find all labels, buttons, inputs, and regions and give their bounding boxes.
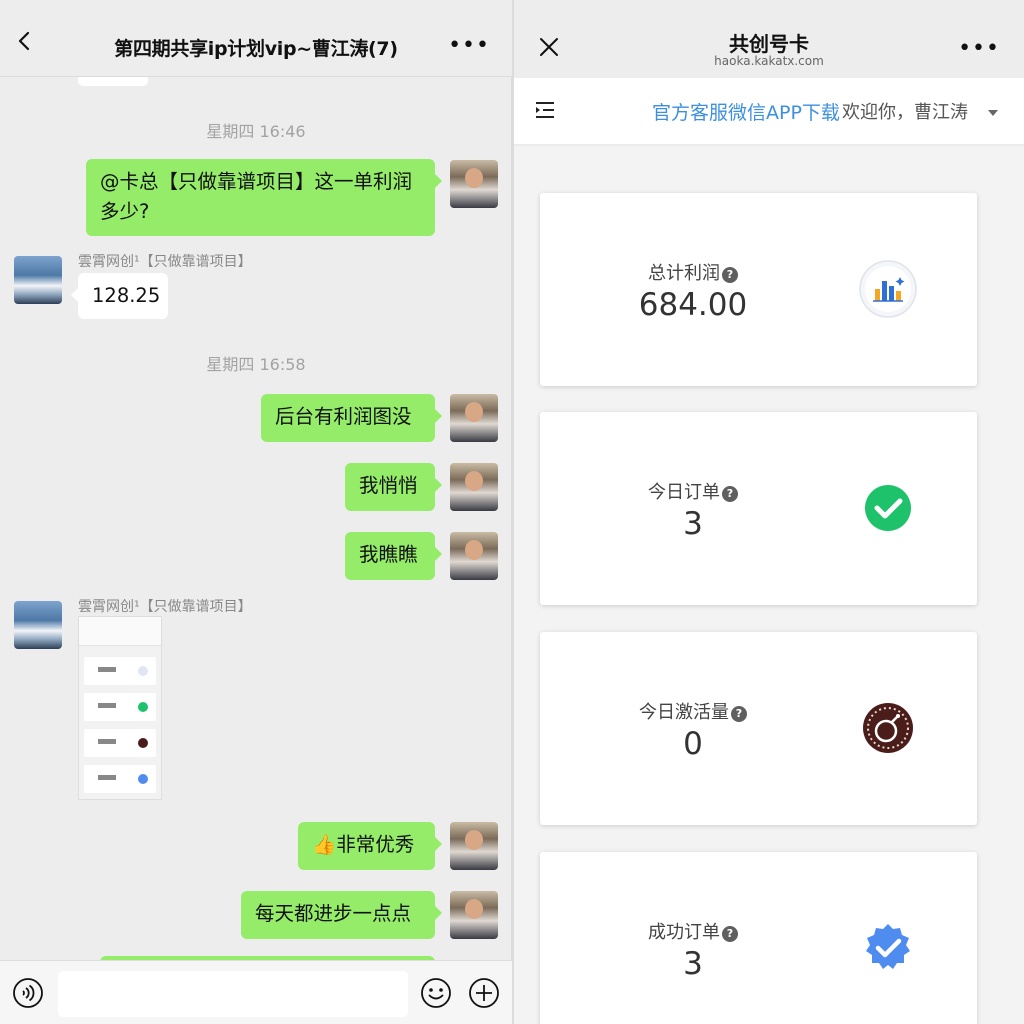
my-avatar[interactable] bbox=[450, 822, 498, 870]
my-avatar[interactable] bbox=[450, 891, 498, 939]
timestamp: 星期四 16:46 bbox=[206, 122, 306, 141]
stat-label: 成功订单? bbox=[600, 918, 786, 944]
chat-panel: 第四期共享ip计划vip~曹江涛(7) ••• 星期四 16:46 @卡总【只做… bbox=[0, 0, 512, 1024]
my-avatar[interactable] bbox=[450, 463, 498, 511]
webview-more-button[interactable]: ••• bbox=[958, 36, 1000, 61]
message-bubble-me[interactable]: 我悄悄 bbox=[345, 463, 442, 511]
webview-title: 共创号卡 bbox=[729, 32, 809, 56]
emoji-icon[interactable] bbox=[420, 977, 452, 1009]
stat-card-today-activations[interactable]: 今日激活量? 0 bbox=[540, 632, 977, 825]
stopwatch-icon bbox=[863, 703, 913, 753]
sender-name: 雲霄网创¹【只做靠谱项目】 bbox=[78, 599, 252, 615]
chat-more-button[interactable]: ••• bbox=[448, 33, 490, 58]
stat-card-total-profit[interactable]: 总计利润? 684.00 bbox=[540, 193, 977, 386]
screenshot-image-message[interactable] bbox=[78, 616, 162, 800]
webview-header: 共创号卡 haoka.kakatx.com ••• bbox=[514, 0, 1024, 78]
check-circle-icon bbox=[865, 485, 911, 531]
webview-url: haoka.kakatx.com bbox=[714, 54, 824, 68]
stat-label: 总计利润? bbox=[600, 259, 786, 285]
caret-down-icon[interactable] bbox=[988, 110, 998, 116]
voice-icon[interactable] bbox=[12, 977, 44, 1009]
my-avatar[interactable] bbox=[450, 160, 498, 208]
stat-label: 今日订单? bbox=[600, 478, 786, 504]
my-avatar[interactable] bbox=[450, 532, 498, 580]
menu-toggle-icon[interactable] bbox=[534, 100, 556, 120]
help-icon[interactable]: ? bbox=[722, 267, 738, 283]
help-icon[interactable]: ? bbox=[731, 706, 747, 722]
timestamp: 星期四 16:58 bbox=[206, 355, 306, 374]
webview-panel: 共创号卡 haoka.kakatx.com ••• 官方客服微信APP下载 欢迎… bbox=[514, 0, 1024, 1024]
chat-title: 第四期共享ip计划vip~曹江涛(7) bbox=[114, 38, 398, 60]
stat-card-successful-orders[interactable]: 成功订单? 3 bbox=[540, 852, 977, 1024]
verified-badge-icon bbox=[866, 924, 910, 969]
contact-avatar[interactable] bbox=[14, 601, 62, 649]
stat-value: 3 bbox=[683, 506, 703, 542]
help-icon[interactable]: ? bbox=[722, 926, 738, 942]
sender-name: 雲霄网创¹【只做靠谱项目】 bbox=[78, 254, 252, 270]
help-icon[interactable]: ? bbox=[722, 486, 738, 502]
message-bubble-me[interactable]: 每天都进步一点点 bbox=[241, 891, 442, 939]
chat-header: 第四期共享ip计划vip~曹江涛(7) ••• bbox=[0, 0, 512, 77]
my-avatar[interactable] bbox=[450, 394, 498, 442]
user-menu[interactable]: 欢迎你，曹江涛 bbox=[840, 98, 968, 124]
chat-input-bar bbox=[0, 960, 512, 1024]
plus-icon[interactable] bbox=[468, 977, 500, 1009]
message-bubble-me[interactable]: @卡总【只做靠谱项目】这一单利润多少? bbox=[86, 159, 442, 236]
message-bubble-me[interactable]: 👍非常优秀 bbox=[298, 822, 442, 870]
contact-avatar[interactable] bbox=[14, 256, 62, 304]
stat-value: 684.00 bbox=[638, 287, 748, 323]
message-input[interactable] bbox=[58, 971, 408, 1017]
stat-label: 今日激活量? bbox=[600, 698, 786, 724]
stat-card-today-orders[interactable]: 今日订单? 3 bbox=[540, 412, 977, 605]
message-bubble-other[interactable]: 128.25 bbox=[71, 273, 168, 319]
announcement-marquee[interactable]: 官方客服微信APP下载 bbox=[652, 98, 840, 125]
stat-value: 0 bbox=[683, 726, 703, 762]
bar-chart-icon bbox=[859, 260, 917, 318]
message-bubble-me[interactable]: 我瞧瞧 bbox=[345, 532, 442, 580]
stat-value: 3 bbox=[683, 946, 703, 982]
app-toolbar: 官方客服微信APP下载 欢迎你，曹江涛 bbox=[514, 78, 1024, 144]
message-bubble-me[interactable]: 后台有利润图没 bbox=[261, 394, 442, 442]
back-arrow-icon[interactable] bbox=[14, 30, 36, 52]
